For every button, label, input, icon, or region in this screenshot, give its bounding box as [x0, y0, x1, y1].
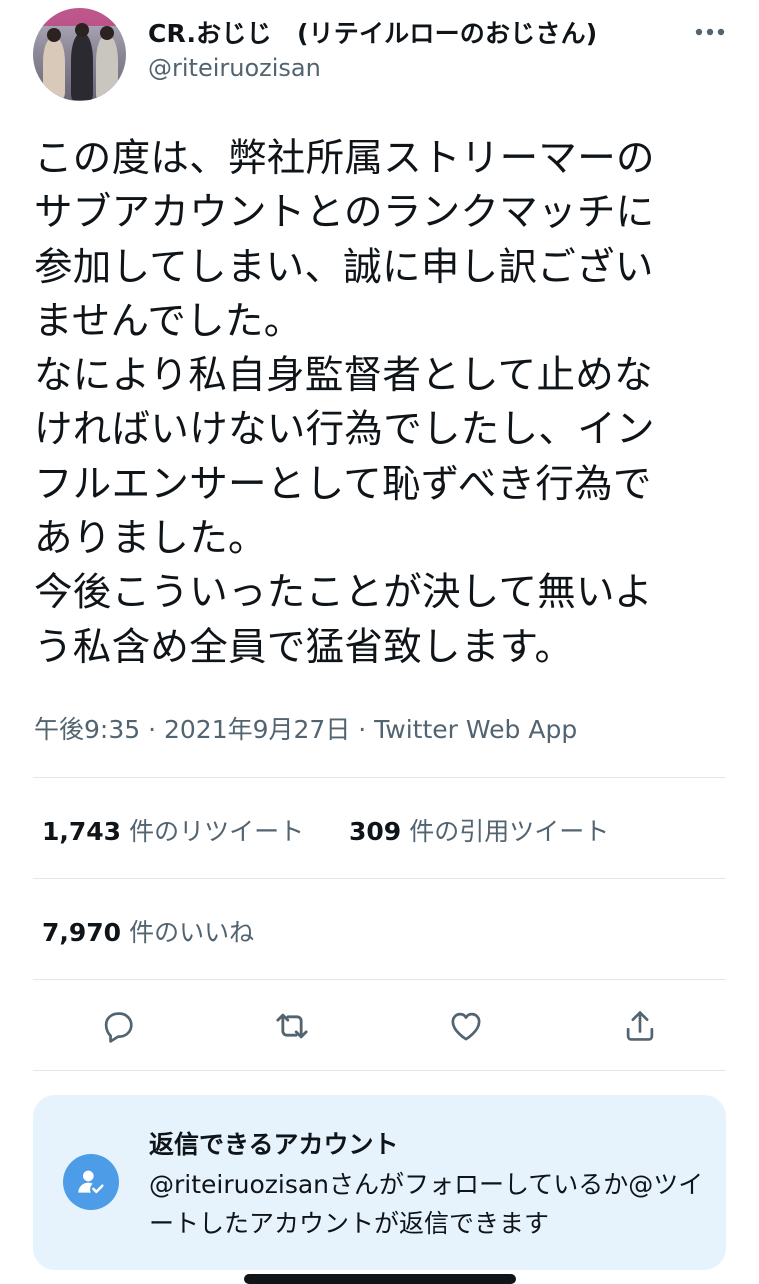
user-check-icon: [63, 1154, 119, 1210]
retweets-stat[interactable]: 1,743 件のリツイート: [42, 812, 304, 848]
retweets-label: 件のリツイート: [129, 817, 305, 846]
share-icon[interactable]: [620, 1006, 660, 1046]
more-dots-icon[interactable]: [694, 16, 726, 48]
retweet-icon[interactable]: [272, 1006, 312, 1046]
author-display-name[interactable]: CR.おじじ (リテイルローのおじさん): [148, 14, 597, 50]
likes-count: 7,970: [42, 918, 122, 947]
divider: [33, 777, 726, 778]
quotes-stat[interactable]: 309 件の引用ツイート: [349, 812, 609, 848]
heart-icon[interactable]: [446, 1006, 486, 1046]
divider: [33, 878, 726, 879]
author-handle[interactable]: @riteiruozisan: [148, 54, 321, 82]
avatar[interactable]: [33, 8, 126, 101]
reply-permission-title: 返信できるアカウント: [149, 1130, 399, 1159]
retweets-count: 1,743: [42, 817, 122, 846]
likes-stat[interactable]: 7,970 件のいいね: [42, 913, 254, 949]
reply-permission-box: 返信できるアカウント @riteiruozisanさんがフォローしているか@ツイ…: [33, 1095, 726, 1270]
reply-icon[interactable]: [98, 1006, 138, 1046]
likes-label: 件のいいね: [129, 918, 255, 947]
quotes-count: 309: [349, 817, 402, 846]
divider: [33, 1070, 726, 1071]
divider: [33, 979, 726, 980]
quotes-label: 件の引用ツイート: [409, 817, 610, 846]
reply-permission-description: @riteiruozisanさんがフォローしているか@ツイートしたアカウントが返…: [149, 1170, 704, 1238]
home-indicator: [244, 1274, 516, 1284]
tweet-meta: 午後9:35 · 2021年9月27日 · Twitter Web App: [34, 715, 578, 744]
tweet-text: この度は、弊社所属ストリーマーの サブアカウントとのランクマッチに 参加してしま…: [34, 136, 655, 670]
